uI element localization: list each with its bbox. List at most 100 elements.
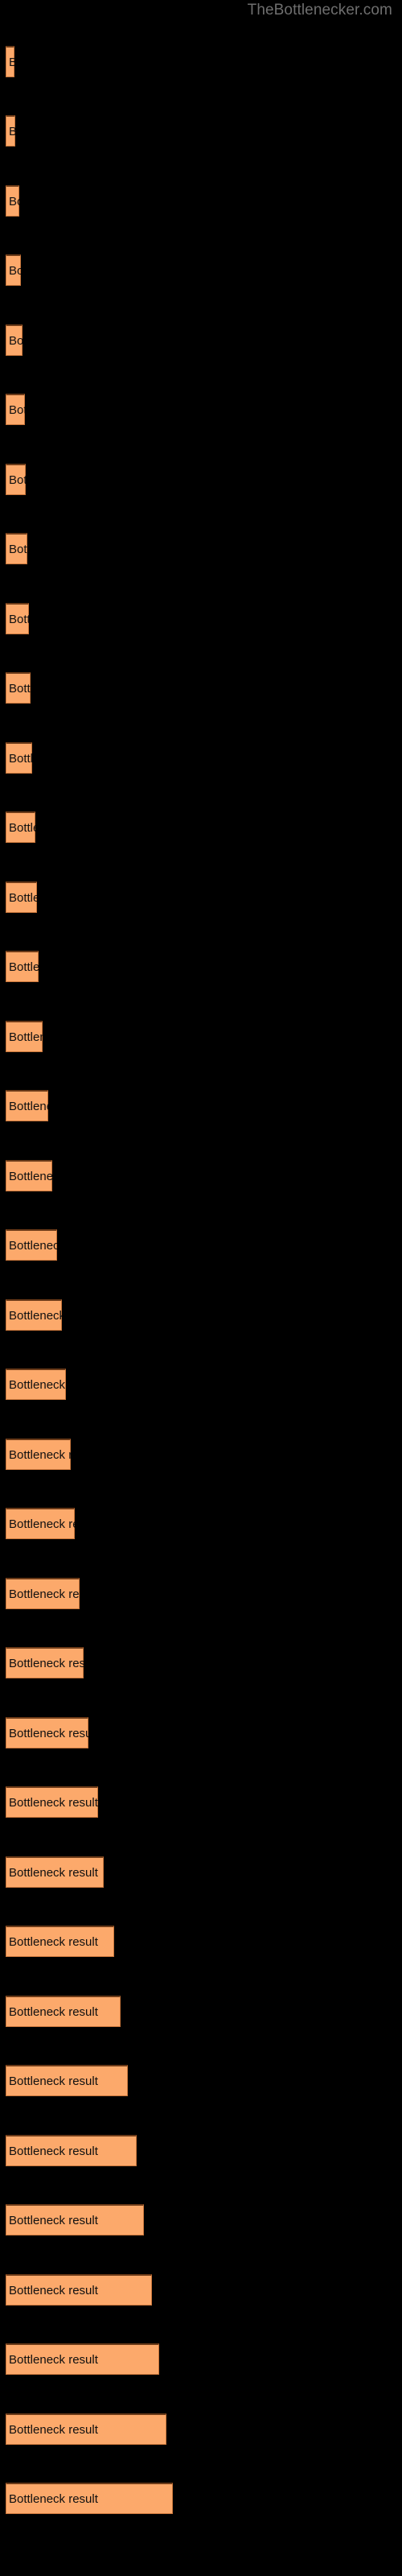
bar[interactable] <box>6 2065 128 2096</box>
bar-row[interactable]: Bottleneck result <box>6 811 35 843</box>
bar-row[interactable]: Bottleneck result <box>6 1926 114 1957</box>
bar[interactable] <box>6 603 29 634</box>
bar-clip: Bottleneck result <box>6 1160 52 1191</box>
bar-row[interactable]: Bottleneck result <box>6 1299 62 1331</box>
bar-row[interactable]: Bottleneck result <box>6 115 15 147</box>
bar-clip: Bottleneck result <box>6 1996 121 2027</box>
bar[interactable] <box>6 394 25 425</box>
bar[interactable] <box>6 1299 62 1331</box>
bar-clip: Bottleneck result <box>6 2274 152 2306</box>
bar[interactable] <box>6 1090 48 1121</box>
bar-row[interactable]: Bottleneck result <box>6 951 39 982</box>
bar[interactable] <box>6 2483 173 2514</box>
bar-clip: Bottleneck result <box>6 115 15 147</box>
bar-row[interactable]: Bottleneck result <box>6 1229 57 1261</box>
bar[interactable] <box>6 115 15 147</box>
bar-clip: Bottleneck result <box>6 185 19 217</box>
bar-clip: Bottleneck result <box>6 811 35 843</box>
bar-row[interactable]: Bottleneck result <box>6 1578 80 1609</box>
bar[interactable] <box>6 1717 88 1748</box>
bar[interactable] <box>6 951 39 982</box>
bar[interactable] <box>6 1439 71 1470</box>
bar-row[interactable]: Bottleneck result <box>6 1786 98 1818</box>
bar[interactable] <box>6 672 31 704</box>
plot-area: Bottleneck result Bottleneck result Bottle… <box>0 0 402 2576</box>
bar-row[interactable]: Bottleneck result <box>6 464 26 495</box>
bar[interactable] <box>6 254 21 286</box>
bar-row[interactable]: Bottleneck result <box>6 2343 159 2375</box>
bottleneck-bar-chart: TheBottlenecker.com Bottleneck resultBot… <box>0 0 402 2576</box>
bar[interactable] <box>6 1926 114 1957</box>
bar-row[interactable]: Bottleneck result <box>6 394 25 425</box>
bar[interactable] <box>6 464 26 495</box>
bar[interactable] <box>6 2413 166 2445</box>
bar[interactable] <box>6 2204 144 2235</box>
bar[interactable] <box>6 185 19 217</box>
bar-clip: Bottleneck result <box>6 2204 144 2235</box>
bar-row[interactable]: Bottleneck result <box>6 46 14 77</box>
bar-clip: Bottleneck result <box>6 672 31 704</box>
bar[interactable] <box>6 2343 159 2375</box>
bar-row[interactable]: Bottleneck result <box>6 324 23 356</box>
bar-clip: Bottleneck result <box>6 1856 104 1888</box>
bar-clip: Bottleneck result <box>6 603 29 634</box>
bar[interactable] <box>6 1368 66 1400</box>
bar[interactable] <box>6 1160 52 1191</box>
bar-clip: Bottleneck result <box>6 464 26 495</box>
bar[interactable] <box>6 2274 152 2306</box>
bar-row[interactable]: Bottleneck result <box>6 2065 128 2096</box>
bar[interactable] <box>6 1508 75 1539</box>
bar[interactable] <box>6 2135 137 2166</box>
bar-clip: Bottleneck result <box>6 1299 62 1331</box>
bar[interactable] <box>6 533 27 564</box>
bar[interactable] <box>6 1996 121 2027</box>
bar-row[interactable]: Bottleneck result <box>6 1996 121 2027</box>
bar-row[interactable]: Bottleneck result <box>6 2483 173 2514</box>
bar-row[interactable]: Bottleneck result <box>6 1647 84 1678</box>
bar[interactable] <box>6 881 37 913</box>
bar-row[interactable]: Bottleneck result <box>6 1439 71 1470</box>
bar[interactable] <box>6 1578 80 1609</box>
bar-clip: Bottleneck result <box>6 1368 66 1400</box>
bar[interactable] <box>6 1647 84 1678</box>
bar[interactable] <box>6 1786 98 1818</box>
bar-row[interactable]: Bottleneck result <box>6 1160 52 1191</box>
bar-row[interactable]: Bottleneck result <box>6 1090 48 1121</box>
bar[interactable] <box>6 1856 104 1888</box>
bar-row[interactable]: Bottleneck result <box>6 2135 137 2166</box>
bar-clip: Bottleneck result <box>6 1090 48 1121</box>
bar-row[interactable]: Bottleneck result <box>6 1717 88 1748</box>
bar-clip: Bottleneck result <box>6 2343 159 2375</box>
bar-clip: Bottleneck result <box>6 881 37 913</box>
bar-clip: Bottleneck result <box>6 1439 71 1470</box>
bar-row[interactable]: Bottleneck result <box>6 742 32 774</box>
bar-clip: Bottleneck result <box>6 2135 137 2166</box>
bar[interactable] <box>6 324 23 356</box>
bar-clip: Bottleneck result <box>6 1578 80 1609</box>
bar[interactable] <box>6 811 35 843</box>
bar-row[interactable]: Bottleneck result <box>6 2204 144 2235</box>
bar-row[interactable]: Bottleneck result <box>6 1368 66 1400</box>
bar-clip: Bottleneck result <box>6 1786 98 1818</box>
bar-clip: Bottleneck result <box>6 46 14 77</box>
bar-row[interactable]: Bottleneck result <box>6 2413 166 2445</box>
bar-row[interactable]: Bottleneck result <box>6 2274 152 2306</box>
bar-row[interactable]: Bottleneck result <box>6 672 31 704</box>
bar-row[interactable]: Bottleneck result <box>6 254 21 286</box>
bar[interactable] <box>6 46 14 77</box>
bar-clip: Bottleneck result <box>6 2065 128 2096</box>
bar-row[interactable]: Bottleneck result <box>6 1021 43 1052</box>
bar-row[interactable]: Bottleneck result <box>6 603 29 634</box>
bar-row[interactable]: Bottleneck result <box>6 1856 104 1888</box>
bar-clip: Bottleneck result <box>6 1717 88 1748</box>
bar[interactable] <box>6 742 32 774</box>
bar-clip: Bottleneck result <box>6 394 25 425</box>
bar-row[interactable]: Bottleneck result <box>6 1508 75 1539</box>
bar-row[interactable]: Bottleneck result <box>6 533 27 564</box>
bar-row[interactable]: Bottleneck result <box>6 185 19 217</box>
bar-clip: Bottleneck result <box>6 742 32 774</box>
bar-row[interactable]: Bottleneck result <box>6 881 37 913</box>
bar-clip: Bottleneck result <box>6 2483 173 2514</box>
bar[interactable] <box>6 1021 43 1052</box>
bar[interactable] <box>6 1229 57 1261</box>
